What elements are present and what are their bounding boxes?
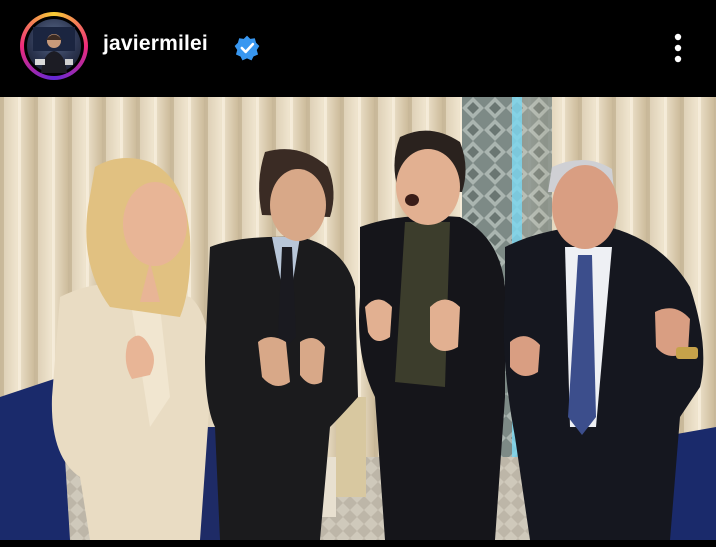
verified-badge-icon: [234, 35, 260, 61]
group-photo-illustration: [0, 97, 716, 540]
username-link[interactable]: javiermilei: [103, 32, 208, 56]
post-photo[interactable]: [0, 97, 716, 540]
more-vertical-icon[interactable]: [664, 30, 692, 66]
bottom-bar: [0, 540, 716, 547]
post-header: javiermilei: [0, 0, 716, 97]
avatar[interactable]: [24, 16, 84, 76]
profile-avatar-icon: [27, 19, 81, 73]
avatar-story-ring[interactable]: [20, 12, 88, 80]
